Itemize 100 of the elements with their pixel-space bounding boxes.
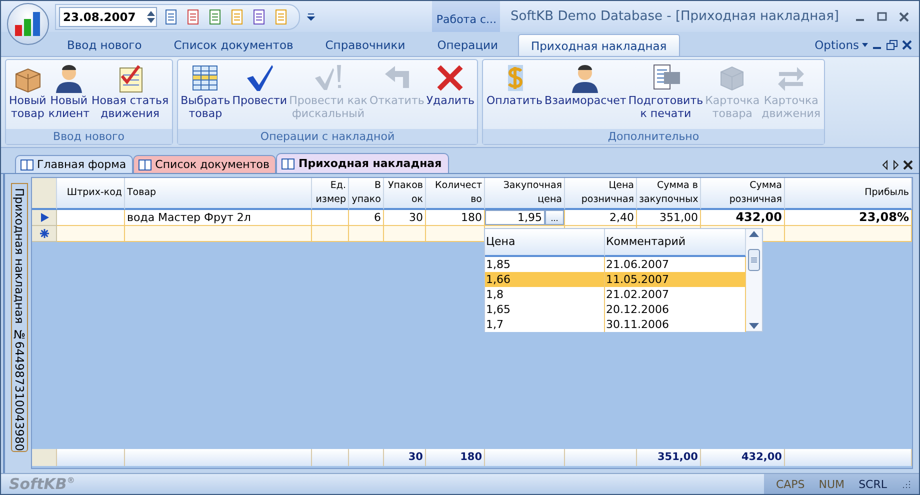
price-cell: 1,66 (485, 272, 605, 287)
comment-cell: 21.02.2007 (605, 287, 746, 302)
dropdown-caret-icon[interactable] (306, 12, 316, 22)
table-cell: 6 (349, 210, 384, 226)
ribbon-button[interactable]: Удалить (425, 62, 476, 129)
app-menu-button[interactable] (7, 2, 49, 44)
column-header[interactable]: Прибыль (785, 178, 912, 210)
column-header[interactable]: Закупочная цена (485, 178, 565, 210)
table-cell (312, 226, 349, 242)
price-cell: 1,65 (485, 302, 605, 317)
new-row-icon (40, 229, 48, 238)
column-header[interactable]: Ед. измер (312, 178, 349, 210)
document-icon[interactable] (251, 8, 267, 24)
document-tab[interactable]: Приходная накладная (276, 153, 449, 173)
total-cell: 180 (426, 449, 485, 466)
options-menu[interactable]: Options (814, 38, 859, 52)
comment-cell: 21.06.2007 (605, 257, 746, 272)
key-indicator: CAPS (776, 478, 805, 490)
document-tab[interactable]: Главная форма (15, 155, 134, 173)
dropdown-row[interactable]: 1,8 21.02.2007 (485, 287, 746, 302)
scroll-up-icon[interactable] (749, 231, 759, 237)
dropdown-row[interactable]: 1,85 21.06.2007 (485, 257, 746, 272)
tab-icon (281, 158, 296, 170)
column-header[interactable]: Упаков ок (384, 178, 426, 210)
ribbon-button[interactable]: Новый товар (8, 62, 48, 129)
tab-icon (138, 158, 152, 170)
ribbon-tab[interactable]: Ввод нового (55, 34, 154, 56)
total-cell: 432,00 (701, 449, 785, 466)
ribbon-button[interactable]: Провести (231, 62, 288, 129)
table-cell: 180 (426, 210, 485, 226)
resize-grip-icon[interactable] (901, 479, 911, 489)
document-icon[interactable] (185, 8, 201, 24)
ribbon-button[interactable]: Оплатить (485, 62, 544, 129)
comment-cell: 30.11.2006 (605, 317, 746, 332)
ribbon-button[interactable]: Выбрать товар (180, 62, 232, 129)
key-indicator: SCRL (858, 478, 887, 490)
price-cell: 1,85 (485, 257, 605, 272)
column-header[interactable]: Цена розничная (565, 178, 637, 210)
column-header[interactable]: В упако (349, 178, 384, 210)
scroll-down-icon[interactable] (749, 323, 759, 329)
dropdown-row[interactable]: 1,7 30.11.2006 (485, 317, 746, 332)
column-header[interactable]: Сумма розничная (701, 178, 785, 210)
comment-cell: 11.05.2007 (605, 272, 746, 287)
side-tab[interactable]: Приходная накладная №644987310043980 (11, 183, 28, 452)
column-header: Комментарий (605, 229, 746, 257)
restore-icon[interactable] (886, 40, 898, 50)
scroll-left-icon[interactable] (881, 160, 889, 170)
current-row-icon (40, 213, 48, 222)
comment-cell: 20.12.2006 (605, 302, 746, 317)
date-field[interactable]: 23.08.2007 (59, 6, 157, 26)
bar-chart-icon (14, 10, 42, 36)
price-cell: 1,7 (485, 317, 605, 332)
table-cell (312, 210, 349, 226)
document-icon[interactable] (163, 8, 179, 24)
spinner-icon[interactable] (146, 8, 156, 24)
tab-icon (20, 158, 34, 170)
column-header[interactable]: Штрих-код (57, 178, 125, 210)
close-icon[interactable] (901, 40, 913, 50)
ribbon-tab[interactable]: Список документов (162, 34, 306, 56)
price-input[interactable]: 1,95 (485, 210, 545, 225)
total-cell (312, 449, 349, 466)
column-header[interactable]: Количест во (426, 178, 485, 210)
scroll-right-icon[interactable] (892, 160, 900, 170)
table-cell: 30 (384, 210, 426, 226)
scroll-thumb-icon[interactable] (748, 249, 760, 271)
brand-logo: SoftKB$^{®}$ (8, 475, 75, 493)
document-icon[interactable] (207, 8, 223, 24)
ribbon-button[interactable]: Новый клиент (47, 62, 91, 129)
group-title: Ввод нового (6, 129, 172, 144)
table-cell: 351,00 (637, 210, 701, 226)
scrollbar[interactable] (746, 229, 762, 331)
group-title: Дополнительно (483, 129, 824, 144)
table-cell: 2,40 (565, 210, 637, 226)
group-title: Операции с накладной (178, 129, 478, 144)
table-cell: 432,00 (701, 210, 785, 226)
column-header[interactable]: Сумма в закупочных (637, 178, 701, 210)
dropdown-row[interactable]: 1,66 11.05.2007 (485, 272, 746, 287)
column-header: Цена (485, 229, 605, 257)
ribbon-tab[interactable]: Справочники (313, 34, 418, 56)
table-cell (57, 226, 125, 242)
table-cell (384, 226, 426, 242)
total-cell: 351,00 (637, 449, 701, 466)
ribbon-tab[interactable]: Операции (425, 34, 510, 56)
dropdown-row[interactable]: 1,65 20.12.2006 (485, 302, 746, 317)
ribbon-button[interactable]: Взаиморасчет (544, 62, 628, 129)
footer-corner (32, 449, 57, 466)
key-indicator: NUM (818, 478, 845, 490)
ribbon-tab[interactable]: Приходная накладная (518, 34, 680, 56)
table-cell (57, 210, 125, 226)
ellipsis-button[interactable]: ... (545, 210, 564, 225)
document-tab[interactable]: Список документов (133, 155, 276, 173)
ribbon-button[interactable]: Новая статья движения (90, 62, 170, 129)
close-icon[interactable] (903, 160, 913, 170)
table-cell (426, 226, 485, 242)
column-header[interactable]: Товар (125, 178, 312, 210)
ribbon-button[interactable]: Подготовить к печати (627, 62, 704, 129)
table-cell: 23,08% (785, 210, 912, 226)
window-title: SoftKB Demo Database - [Приходная накладная] (510, 9, 839, 24)
total-cell (565, 449, 637, 466)
context-tab[interactable]: Работа с... (432, 1, 500, 32)
